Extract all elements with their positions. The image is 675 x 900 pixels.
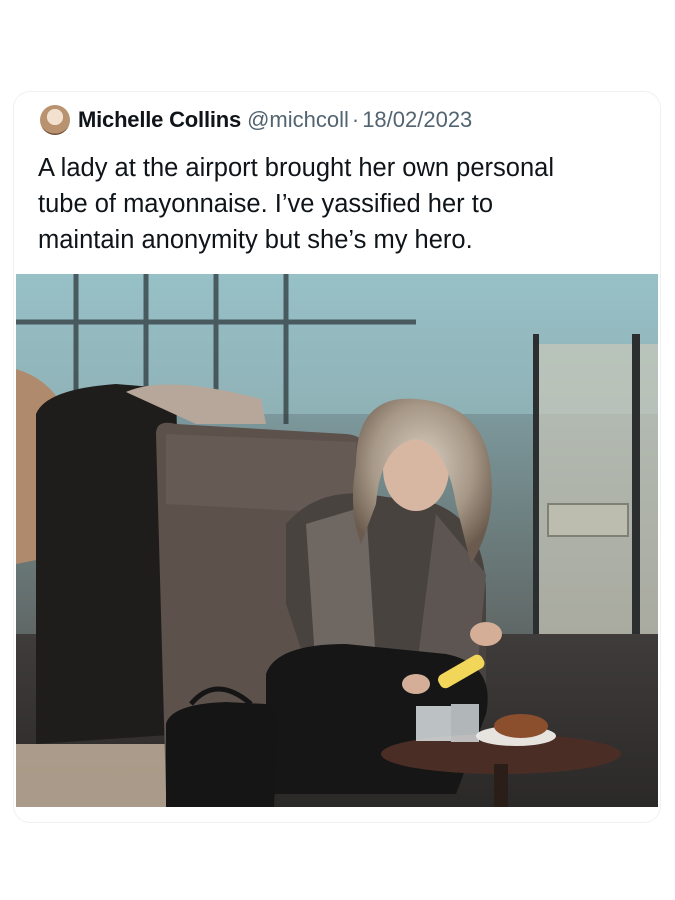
- tweet-header: Michelle Collins @michcoll · 18/02/2023: [40, 100, 472, 140]
- tweet-text: A lady at the airport brought her own pe…: [38, 154, 554, 254]
- tweet-card[interactable]: Michelle Collins @michcoll · 18/02/2023 …: [14, 92, 660, 822]
- tweet-photo[interactable]: [16, 274, 658, 807]
- separator-dot: ·: [351, 107, 360, 132]
- author-name[interactable]: Michelle Collins: [78, 107, 241, 133]
- tweet-date[interactable]: 18/02/2023: [362, 107, 472, 133]
- author-handle[interactable]: @michcoll: [247, 107, 349, 133]
- author-avatar[interactable]: [40, 105, 70, 135]
- airport-lounge-photo: [16, 274, 658, 807]
